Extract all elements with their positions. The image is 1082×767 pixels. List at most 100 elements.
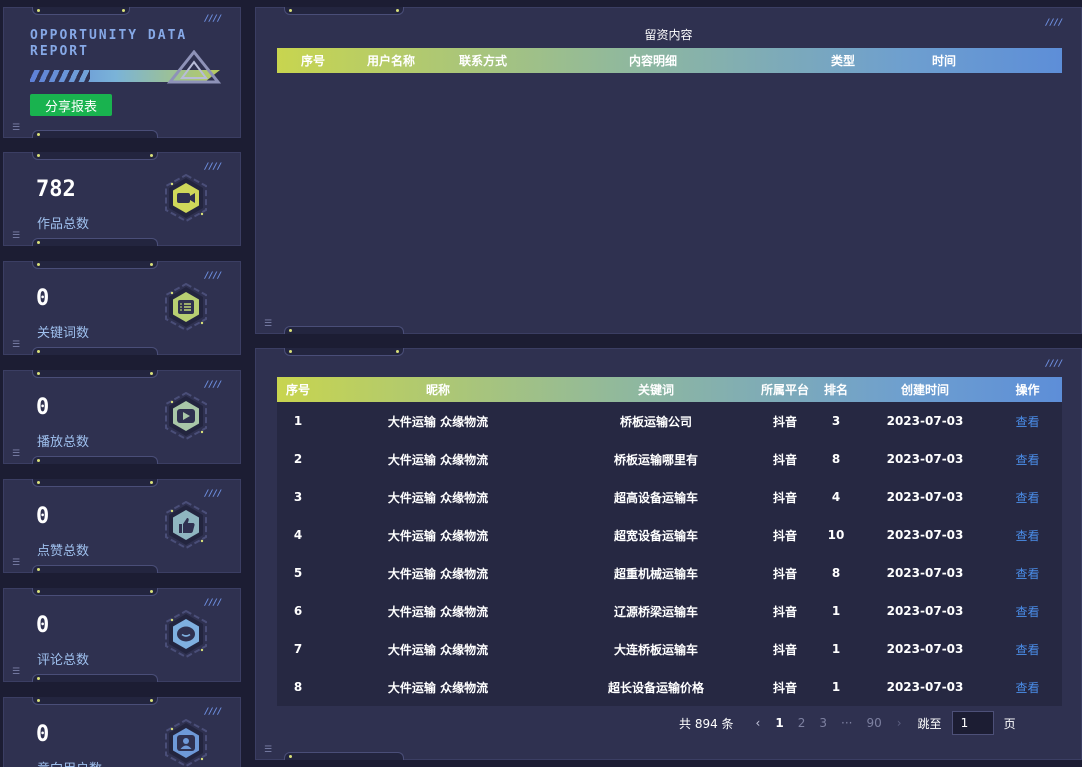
stat-value: 0 — [36, 395, 50, 420]
panel-tab-bottom — [32, 130, 158, 138]
row-index: 7 — [293, 642, 303, 656]
stat-label: 评论总数 — [37, 653, 90, 668]
view-link[interactable]: 查看 — [993, 641, 1062, 658]
view-link[interactable]: 查看 — [993, 603, 1062, 620]
table-row: 7 大件运输 众缘物流 大连桥板运输车 抖音 1 2023-07-03 查看 — [277, 630, 1062, 668]
leads-table-title: 留资内容 — [644, 28, 693, 42]
leads-panel: //// 留资内容 序号 用户名称 联系方式 内容明细 类型 时间 ☰ — [255, 7, 1082, 334]
row-keyword: 超长设备运输价格 — [607, 680, 704, 695]
page-2[interactable]: 2 — [798, 716, 806, 730]
panel-tab-top — [284, 348, 404, 356]
panel-tab-top — [32, 479, 158, 487]
stat-label: 关键词数 — [37, 326, 90, 341]
view-link[interactable]: 查看 — [993, 413, 1062, 430]
row-rank: 1 — [831, 680, 841, 694]
row-keyword: 超宽设备运输车 — [613, 528, 698, 543]
row-date: 2023-07-03 — [886, 452, 964, 466]
row-date: 2023-07-03 — [886, 642, 964, 656]
row-rank: 1 — [831, 642, 841, 656]
page-90[interactable]: 90 — [866, 716, 881, 730]
row-nickname: 大件运输 众缘物流 — [387, 490, 489, 505]
col-header-time: 时间 — [931, 54, 956, 68]
row-index: 6 — [293, 604, 303, 618]
stripes-decoration: //// — [204, 162, 222, 172]
stripes-decoration: //// — [204, 598, 222, 608]
stat-value: 0 — [36, 504, 50, 529]
pagination: 共 894 条 ‹ 1 2 3 ··· 90 › 跳至 页 — [679, 711, 1016, 735]
table-row: 4 大件运输 众缘物流 超宽设备运输车 抖音 10 2023-07-03 查看 — [277, 516, 1062, 554]
row-index: 4 — [293, 528, 303, 542]
row-date: 2023-07-03 — [886, 414, 964, 428]
row-date: 2023-07-03 — [886, 680, 964, 694]
stat-card: //// 782 作品总数 ☰ — [3, 152, 241, 246]
stat-card: //// 0 点赞总数 ☰ — [3, 479, 241, 573]
panel-tab-top — [32, 152, 158, 160]
col-header-contact: 联系方式 — [458, 54, 507, 68]
keywords-table-body: 1 大件运输 众缘物流 桥板运输公司 抖音 3 2023-07-03 查看 2 大件运输 众缘物… — [277, 402, 1062, 706]
col-header-content: 内容明细 — [628, 54, 677, 68]
page-3[interactable]: 3 — [819, 716, 827, 730]
stripes-decoration: //// — [204, 380, 222, 390]
col-header-username: 用户名称 — [366, 54, 415, 68]
jump-page-input[interactable] — [951, 711, 994, 735]
stat-card: //// 0 播放总数 ☰ — [3, 370, 241, 464]
view-link[interactable]: 查看 — [993, 527, 1062, 544]
table-row: 5 大件运输 众缘物流 超重机械运输车 抖音 8 2023-07-03 查看 — [277, 554, 1062, 592]
prev-page-icon[interactable]: ‹ — [756, 716, 761, 730]
row-nickname: 大件运输 众缘物流 — [387, 566, 489, 581]
page-unit-label: 页 — [1003, 716, 1016, 731]
panel-tab-top — [32, 261, 158, 269]
row-rank: 3 — [831, 414, 841, 428]
table-row: 3 大件运输 众缘物流 超高设备运输车 抖音 4 2023-07-03 查看 — [277, 478, 1062, 516]
row-rank: 8 — [831, 452, 841, 466]
page-ellipsis[interactable]: ··· — [841, 716, 852, 730]
menu-icon: ☰ — [12, 340, 21, 350]
stat-card: //// 0 评论总数 ☰ — [3, 588, 241, 682]
total-count: 共 894 条 — [679, 716, 734, 731]
video-camera-icon — [165, 174, 207, 222]
row-platform: 抖音 — [772, 566, 797, 581]
stat-value: 0 — [36, 613, 50, 638]
panel-tab-bottom — [32, 347, 158, 355]
panel-tab-bottom — [32, 456, 158, 464]
row-keyword: 大连桥板运输车 — [613, 642, 698, 657]
logo-panel: //// OPPORTUNITY DATA REPORT 分享报表 ☰ — [3, 7, 241, 138]
row-rank: 8 — [831, 566, 841, 580]
panel-tab-bottom — [32, 565, 158, 573]
logo-line-1: OPPORTUNITY DATA — [30, 28, 188, 43]
col-header-index: 序号 — [300, 54, 325, 68]
row-platform: 抖音 — [772, 604, 797, 619]
menu-icon: ☰ — [12, 123, 21, 133]
page-1[interactable]: 1 — [775, 716, 783, 730]
view-link[interactable]: 查看 — [993, 565, 1062, 582]
view-link[interactable]: 查看 — [993, 679, 1062, 696]
row-nickname: 大件运输 众缘物流 — [387, 604, 489, 619]
jump-label: 跳至 — [917, 716, 942, 731]
user-icon — [165, 719, 207, 767]
stat-card: //// 0 意向用户数 ☰ — [3, 697, 241, 767]
next-page-icon[interactable]: › — [897, 716, 902, 730]
share-report-button[interactable]: 分享报表 — [30, 94, 112, 116]
panel-tab-bottom — [32, 238, 158, 246]
stripes-decoration: //// — [204, 707, 222, 717]
row-date: 2023-07-03 — [886, 566, 964, 580]
row-nickname: 大件运输 众缘物流 — [387, 452, 489, 467]
row-nickname: 大件运输 众缘物流 — [387, 528, 489, 543]
row-platform: 抖音 — [772, 414, 797, 429]
stat-label: 意向用户数 — [37, 758, 102, 767]
table-row: 8 大件运输 众缘物流 超长设备运输价格 抖音 1 2023-07-03 查看 — [277, 668, 1062, 706]
panel-tab-bottom — [32, 674, 158, 682]
row-platform: 抖音 — [772, 452, 797, 467]
row-index: 2 — [293, 452, 303, 466]
col-header-index: 序号 — [285, 383, 310, 397]
col-header-type: 类型 — [830, 54, 855, 68]
col-header-action: 操作 — [1015, 383, 1040, 397]
menu-icon: ☰ — [264, 745, 273, 755]
row-keyword: 桥板运输哪里有 — [613, 452, 698, 467]
panel-tab-bottom — [284, 326, 404, 334]
view-link[interactable]: 查看 — [993, 489, 1062, 506]
col-header-rank: 排名 — [823, 383, 848, 397]
view-link[interactable]: 查看 — [993, 451, 1062, 468]
row-keyword: 超高设备运输车 — [613, 490, 698, 505]
row-platform: 抖音 — [772, 642, 797, 657]
